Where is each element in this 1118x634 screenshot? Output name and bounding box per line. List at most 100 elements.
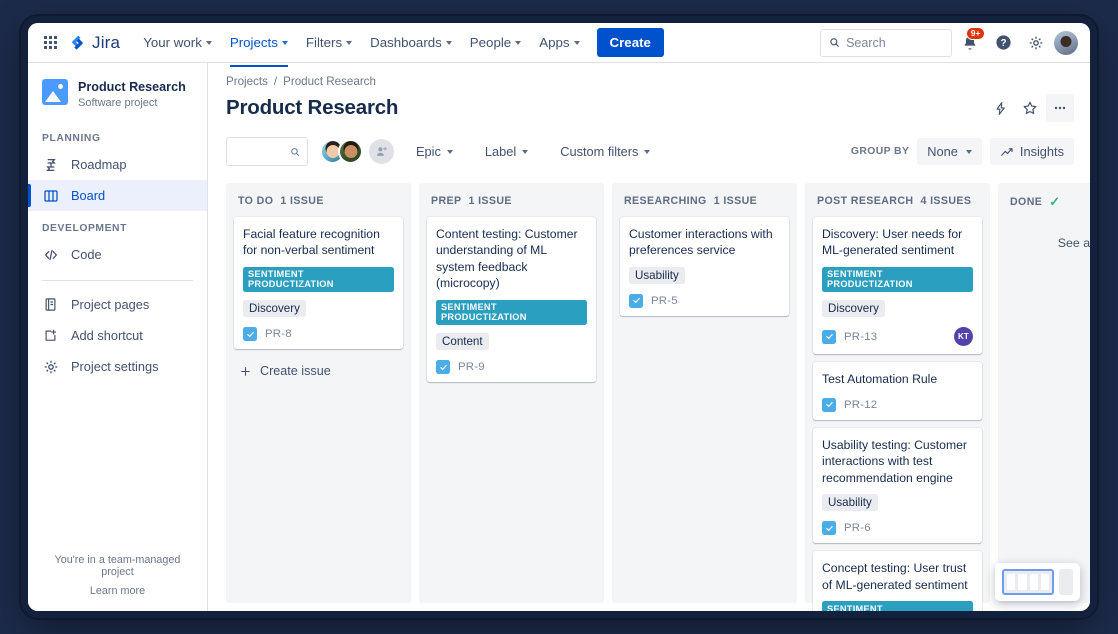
jira-wordmark: Jira [92, 33, 120, 53]
sidebar-item-roadmap-label: Roadmap [71, 157, 127, 172]
global-search[interactable] [820, 29, 952, 57]
filter-label-label: Label [485, 144, 516, 159]
breadcrumb-projects[interactable]: Projects [226, 75, 268, 88]
jira-logo[interactable]: Jira [70, 33, 120, 53]
nav-filters[interactable]: Filters [297, 29, 361, 56]
done-check-icon: ✓ [1049, 195, 1060, 208]
star-icon[interactable] [1016, 94, 1044, 122]
board-search[interactable] [226, 137, 308, 166]
label-chip[interactable]: Discovery [822, 300, 885, 317]
board-toolbar: Epic Label Custom filters GROUP BY None [226, 137, 1090, 166]
label-chip[interactable]: Content [436, 333, 489, 350]
team-managed-note: You're in a team-managed project [40, 554, 195, 578]
nav-your-work-label: Your work [143, 35, 202, 50]
card-issue-key[interactable]: PR-8 [265, 328, 292, 340]
notifications-button[interactable]: 9+ [955, 28, 985, 58]
create-issue-button[interactable]: Create issue [234, 357, 403, 385]
chevron-down-icon [206, 41, 212, 45]
settings-button[interactable] [1021, 28, 1051, 58]
sidebar-item-add-shortcut-label: Add shortcut [71, 328, 143, 343]
label-chip[interactable]: Usability [629, 267, 685, 284]
card-title: Test Automation Rule [822, 371, 973, 387]
column-header: DONE ✓ [1006, 193, 1090, 218]
page-title-row: Product Research [226, 94, 1090, 122]
nav-people[interactable]: People [461, 29, 530, 56]
label-chip[interactable]: Usability [822, 494, 878, 511]
card-issue-key[interactable]: PR-12 [844, 399, 877, 411]
board-view-icon[interactable] [1002, 569, 1054, 595]
more-actions-icon[interactable] [1046, 94, 1074, 122]
issue-card[interactable]: Test Automation Rule PR-12 [813, 362, 982, 419]
create-button[interactable]: Create [597, 28, 664, 57]
sidebar-item-project-settings-label: Project settings [71, 359, 159, 374]
add-person-icon[interactable] [369, 139, 394, 164]
issue-card[interactable]: Usability testing: Customer interactions… [813, 428, 982, 543]
card-issue-key[interactable]: PR-9 [458, 361, 485, 373]
project-sidebar: Product Research Software project PLANNI… [28, 63, 208, 611]
epic-badge[interactable]: SENTIMENT PRODUCTIZATION [243, 267, 394, 292]
help-button[interactable]: ? [988, 28, 1018, 58]
see-all-done-link[interactable]: See all D [1006, 218, 1090, 250]
sidebar-item-board[interactable]: Board [28, 180, 207, 211]
breadcrumb-current[interactable]: Product Research [283, 75, 376, 88]
filter-custom[interactable]: Custom filters [550, 138, 660, 165]
card-issue-key[interactable]: PR-6 [844, 522, 871, 534]
global-navigation: Jira Your work Projects Filters Dashboar… [28, 23, 1090, 63]
list-view-icon[interactable] [1059, 569, 1073, 595]
column-count: 1 ISSUE [468, 195, 511, 207]
chevron-down-icon [282, 41, 288, 45]
code-icon [42, 246, 59, 263]
issue-card[interactable]: Content testing: Customer understanding … [427, 217, 596, 382]
avatar[interactable] [338, 139, 363, 164]
issue-card[interactable]: Customer interactions with preferences s… [620, 217, 789, 316]
issue-card[interactable]: Discovery: User needs for ML-generated s… [813, 217, 982, 354]
sidebar-item-code[interactable]: Code [28, 239, 207, 270]
issue-card[interactable]: Concept testing: User trust of ML-genera… [813, 551, 982, 611]
grid-apps-icon[interactable] [36, 29, 64, 57]
column-name: RESEARCHING [624, 195, 707, 207]
epic-badge[interactable]: SENTIMENT PRODUCTIZATION [822, 601, 973, 611]
card-issue-key[interactable]: PR-13 [844, 331, 877, 343]
nav-filters-label: Filters [306, 35, 342, 50]
lightning-icon[interactable] [986, 94, 1014, 122]
gear-icon [1028, 35, 1044, 51]
column-header: RESEARCHING 1 ISSUE [620, 193, 789, 217]
sidebar-item-roadmap[interactable]: Roadmap [28, 149, 207, 180]
sidebar-project-header[interactable]: Product Research Software project [28, 63, 207, 121]
task-type-icon [629, 294, 643, 308]
nav-projects[interactable]: Projects [221, 29, 297, 56]
filter-label[interactable]: Label [475, 138, 538, 165]
sidebar-item-add-shortcut[interactable]: Add shortcut [28, 320, 207, 351]
user-avatar[interactable] [1054, 31, 1078, 55]
sidebar-item-project-pages-label: Project pages [71, 297, 149, 312]
card-title: Usability testing: Customer interactions… [822, 437, 973, 486]
sidebar-item-project-settings[interactable]: Project settings [28, 351, 207, 382]
nav-dashboards[interactable]: Dashboards [361, 29, 461, 56]
app-body: Product Research Software project PLANNI… [28, 63, 1090, 611]
label-chip[interactable]: Discovery [243, 300, 306, 317]
avatar[interactable]: KT [954, 327, 973, 346]
board-icon [42, 187, 59, 204]
nav-your-work[interactable]: Your work [134, 29, 221, 56]
sidebar-project-name: Product Research [78, 79, 186, 95]
help-icon: ? [995, 34, 1012, 51]
card-footer: PR-9 [436, 360, 587, 374]
board-column-post-research: POST RESEARCH 4 ISSUES Discovery: User n… [805, 183, 990, 603]
global-search-input[interactable] [846, 36, 943, 50]
issue-card[interactable]: Facial feature recognition for non-verba… [234, 217, 403, 349]
insights-chart-icon [1000, 145, 1014, 159]
epic-badge[interactable]: SENTIMENT PRODUCTIZATION [436, 300, 587, 325]
sidebar-item-project-pages[interactable]: Project pages [28, 289, 207, 320]
epic-badge[interactable]: SENTIMENT PRODUCTIZATION [822, 267, 973, 292]
insights-button[interactable]: Insights [990, 138, 1074, 165]
board-search-input[interactable] [234, 145, 290, 159]
learn-more-link[interactable]: Learn more [40, 585, 195, 597]
group-by-select[interactable]: None [917, 138, 982, 165]
filter-epic[interactable]: Epic [406, 138, 463, 165]
page-icon [42, 296, 59, 313]
nav-apps-label: Apps [539, 35, 569, 50]
chevron-down-icon [447, 150, 453, 154]
card-issue-key[interactable]: PR-5 [651, 295, 678, 307]
column-header: PREP 1 ISSUE [427, 193, 596, 217]
nav-apps[interactable]: Apps [530, 29, 588, 56]
